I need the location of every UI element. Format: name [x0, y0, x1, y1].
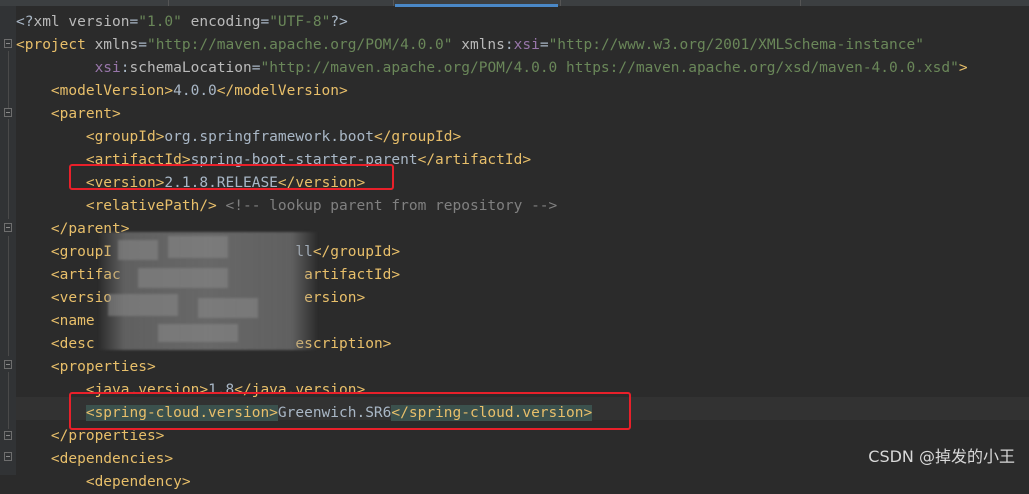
code-token: <project — [16, 37, 95, 53]
fold-guide — [8, 51, 9, 109]
highlight-box-spring-cloud-version — [69, 392, 631, 430]
fold-toggle-icon[interactable] — [4, 452, 12, 461]
code-token: <name — [50, 313, 95, 329]
code-token: <desc — [50, 336, 95, 352]
code-line[interactable]: <groupId>org.springframework.boot</group… — [16, 126, 461, 149]
code-token: "http://maven.apache.org/POM/4.0.0" — [146, 37, 453, 53]
code-token: : — [504, 37, 514, 53]
code-token: ?> — [330, 14, 348, 30]
code-line[interactable]: <name — [16, 310, 95, 333]
code-token: = — [260, 14, 270, 30]
code-token: </groupId> — [373, 129, 462, 145]
fold-toggle-icon[interactable] — [4, 223, 12, 232]
code-token: <parent> — [50, 106, 121, 122]
code-line[interactable]: <dependencies> — [16, 448, 173, 471]
fold-guide — [8, 372, 9, 429]
code-token: 4.0.0 — [173, 83, 217, 99]
code-token: "UTF-8" — [269, 14, 331, 30]
fold-toggle-icon[interactable] — [4, 360, 12, 369]
fold-guide — [8, 119, 9, 219]
redacted-blur-region — [98, 232, 318, 350]
code-token: </artifactId> — [417, 152, 532, 168]
editor-gutter — [0, 6, 16, 475]
code-token: <properties> — [50, 359, 156, 375]
code-token: xmlns — [452, 37, 505, 53]
fold-toggle-icon[interactable] — [4, 431, 12, 440]
code-line[interactable]: <modelVersion>4.0.0</modelVersion> — [16, 80, 348, 103]
code-line[interactable]: xsi:schemaLocation="http://maven.apache.… — [16, 57, 968, 80]
code-token: <groupId> — [85, 129, 165, 145]
code-line[interactable]: <relativePath/> <!-- lookup parent from … — [16, 195, 557, 218]
code-token: xmlns — [94, 37, 139, 53]
code-token: : — [120, 60, 130, 76]
code-token: > — [958, 60, 968, 76]
fold-toggle-icon[interactable] — [4, 108, 12, 117]
code-line[interactable]: <parent> — [16, 103, 121, 126]
code-token: xml version — [33, 14, 130, 30]
code-token: "http://maven.apache.org/POM/4.0.0 https… — [260, 60, 959, 76]
code-line[interactable]: <properties> — [16, 356, 156, 379]
code-token: org.springframework.boot — [164, 129, 374, 145]
code-token: = — [138, 37, 147, 53]
code-token: "1.0" — [138, 14, 182, 30]
code-token: <? — [16, 14, 34, 30]
fold-toggle-icon[interactable] — [4, 39, 12, 48]
highlight-box-version — [69, 164, 394, 190]
code-token: <modelVersion> — [50, 83, 174, 99]
csdn-watermark: CSDN @掉发的小王 — [868, 447, 1015, 466]
code-token: encoding — [181, 14, 261, 30]
code-line[interactable]: <dependency> — [16, 471, 191, 494]
fold-guide — [8, 236, 9, 356]
code-token: <relativePath/> — [85, 198, 217, 214]
code-token: = — [129, 14, 139, 30]
code-line[interactable]: <project xmlns="http://maven.apache.org/… — [16, 34, 924, 57]
code-token: <dependencies> — [50, 451, 174, 467]
code-token: xsi — [94, 60, 121, 76]
code-token: = — [539, 37, 549, 53]
code-token: artifactId> — [304, 267, 401, 283]
code-token: <dependency> — [85, 474, 191, 490]
code-token: <!-- lookup parent from repository --> — [216, 198, 558, 214]
code-token: </groupId> — [312, 244, 401, 260]
code-token: schemaLocation — [129, 60, 252, 76]
code-token: </modelVersion> — [216, 83, 348, 99]
code-line[interactable]: <?xml version="1.0" encoding="UTF-8"?> — [16, 11, 348, 34]
code-token: "http://www.w3.org/2001/XMLSchema-instan… — [548, 37, 924, 53]
code-token: </properties> — [50, 428, 165, 444]
code-token: xsi — [513, 37, 540, 53]
